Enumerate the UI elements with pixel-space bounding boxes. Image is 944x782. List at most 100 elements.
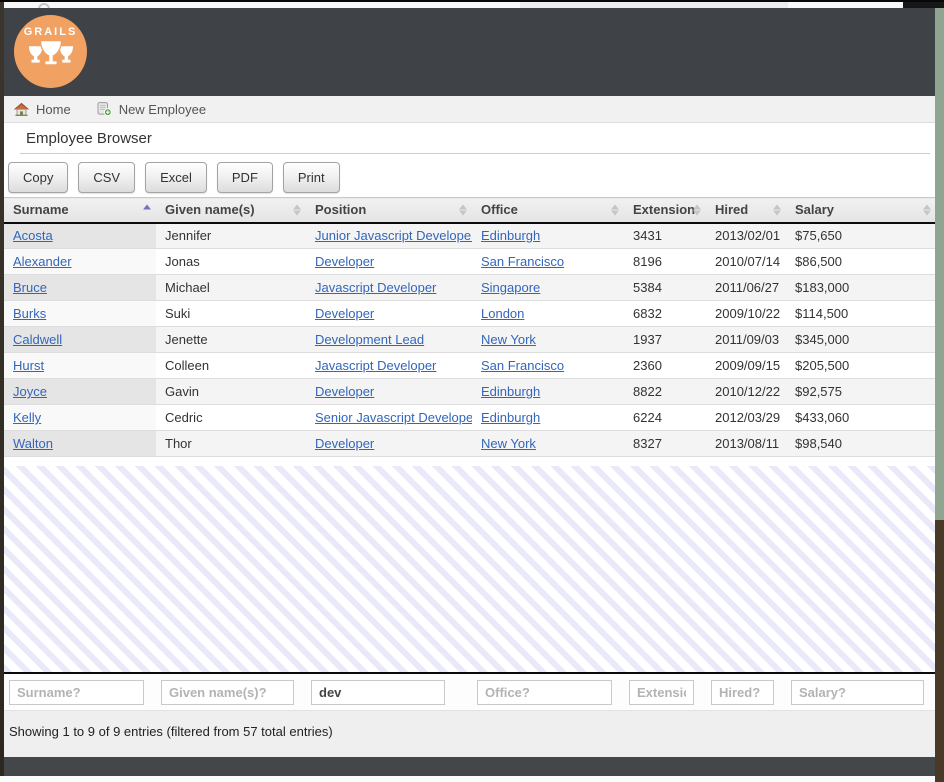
grails-logo[interactable]: GRAILS [14,15,87,88]
cell-given: Suki [156,301,306,327]
cell-salary: $75,650 [786,223,936,249]
excel-button[interactable]: Excel [145,162,207,193]
surname-link[interactable]: Acosta [13,228,53,243]
office-link[interactable]: New York [481,332,536,347]
surname-link[interactable]: Caldwell [13,332,62,347]
app-header: GRAILS [0,8,944,96]
position-link[interactable]: Senior Javascript Developer [315,410,472,425]
cell-surname: Alexander [4,249,156,275]
position-link[interactable]: Development Lead [315,332,424,347]
position-link[interactable]: Developer [315,306,374,321]
position-link[interactable]: Developer [315,436,374,451]
csv-button[interactable]: CSV [78,162,135,193]
cell-office: San Francisco [472,353,624,379]
filter-surname-input[interactable] [9,680,144,705]
nav-home-label: Home [36,102,71,117]
office-link[interactable]: New York [481,436,536,451]
cell-position: Senior Javascript Developer [306,405,472,431]
office-link[interactable]: London [481,306,524,321]
filter-hired-input[interactable] [711,680,774,705]
office-link[interactable]: Edinburgh [481,410,540,425]
surname-link[interactable]: Joyce [13,384,47,399]
cell-position: Javascript Developer [306,353,472,379]
position-link[interactable]: Developer [315,384,374,399]
surname-link[interactable]: Burks [13,306,46,321]
cell-extension: 8327 [624,431,706,457]
table-header-row: Surname Given name(s) Position OfficeExtens… [4,198,936,223]
surname-link[interactable]: Bruce [13,280,47,295]
column-header-office[interactable]: Office [472,198,624,223]
print-button[interactable]: Print [283,162,340,193]
office-link[interactable]: Edinburgh [481,384,540,399]
cell-office: Singapore [472,275,624,301]
cell-given: Jonas [156,249,306,275]
filter-position-input[interactable] [311,680,445,705]
cell-salary: $114,500 [786,301,936,327]
cell-salary: $433,060 [786,405,936,431]
cell-given: Cedric [156,405,306,431]
cell-office: Edinburgh [472,405,624,431]
sort-both-icon [693,204,701,215]
filter-extension-input[interactable] [629,680,694,705]
filter-office-input[interactable] [477,680,612,705]
copy-button[interactable]: Copy [8,162,68,193]
nav-home-link[interactable]: Home [14,102,71,117]
column-header-hired[interactable]: Hired [706,198,786,223]
filter-cell [4,680,156,705]
sort-both-icon [611,204,619,215]
filter-given-name-s-input[interactable] [161,680,294,705]
cell-hired: 2013/08/11 [706,431,786,457]
grails-goblets-icon [28,39,74,66]
table-row: BruceMichaelJavascript DeveloperSingapor… [4,275,936,301]
desktop-background [935,520,944,782]
surname-link[interactable]: Kelly [13,410,41,425]
office-link[interactable]: San Francisco [481,254,564,269]
cell-salary: $205,500 [786,353,936,379]
position-link[interactable]: Javascript Developer [315,280,436,295]
column-header-surname[interactable]: Surname [4,198,156,223]
table-row: AlexanderJonasDeveloperSan Francisco8196… [4,249,936,275]
position-link[interactable]: Junior Javascript Developer [315,228,472,243]
sort-both-icon [773,204,781,215]
cell-office: New York [472,431,624,457]
cell-extension: 6224 [624,405,706,431]
column-header-label: Position [315,202,366,217]
position-link[interactable]: Developer [315,254,374,269]
column-header-label: Given name(s) [165,202,255,217]
table-row: CaldwellJenetteDevelopment LeadNew York1… [4,327,936,353]
cell-office: London [472,301,624,327]
surname-link[interactable]: Alexander [13,254,72,269]
column-header-extension[interactable]: Extension [624,198,706,223]
cell-surname: Hurst [4,353,156,379]
table-info-text: Showing 1 to 9 of 9 entries (filtered fr… [9,724,333,739]
scrollbar-track[interactable] [935,8,944,520]
column-header-position[interactable]: Position [306,198,472,223]
surname-link[interactable]: Hurst [13,358,44,373]
filter-salary-input[interactable] [791,680,924,705]
column-header-salary[interactable]: Salary [786,198,936,223]
cell-position: Developer [306,379,472,405]
nav-new-employee-link[interactable]: New Employee [97,102,206,117]
office-link[interactable]: Singapore [481,280,540,295]
office-link[interactable]: San Francisco [481,358,564,373]
pdf-button[interactable]: PDF [217,162,273,193]
table-row: WaltonThorDeveloperNew York83272013/08/1… [4,431,936,457]
employee-table: Surname Given name(s) Position OfficeExtens… [4,197,936,457]
sort-both-icon [923,204,931,215]
cell-position: Developer [306,431,472,457]
column-header-label: Hired [715,202,748,217]
office-link[interactable]: Edinburgh [481,228,540,243]
position-link[interactable]: Javascript Developer [315,358,436,373]
cell-surname: Kelly [4,405,156,431]
cell-extension: 5384 [624,275,706,301]
cell-salary: $98,540 [786,431,936,457]
column-header-given-name-s[interactable]: Given name(s) [156,198,306,223]
surname-link[interactable]: Walton [13,436,53,451]
footer-bar [0,757,944,776]
cell-salary: $345,000 [786,327,936,353]
cell-surname: Bruce [4,275,156,301]
cell-salary: $92,575 [786,379,936,405]
cell-surname: Walton [4,431,156,457]
sort-both-icon [293,204,301,215]
grails-logo-text: GRAILS [24,26,78,38]
